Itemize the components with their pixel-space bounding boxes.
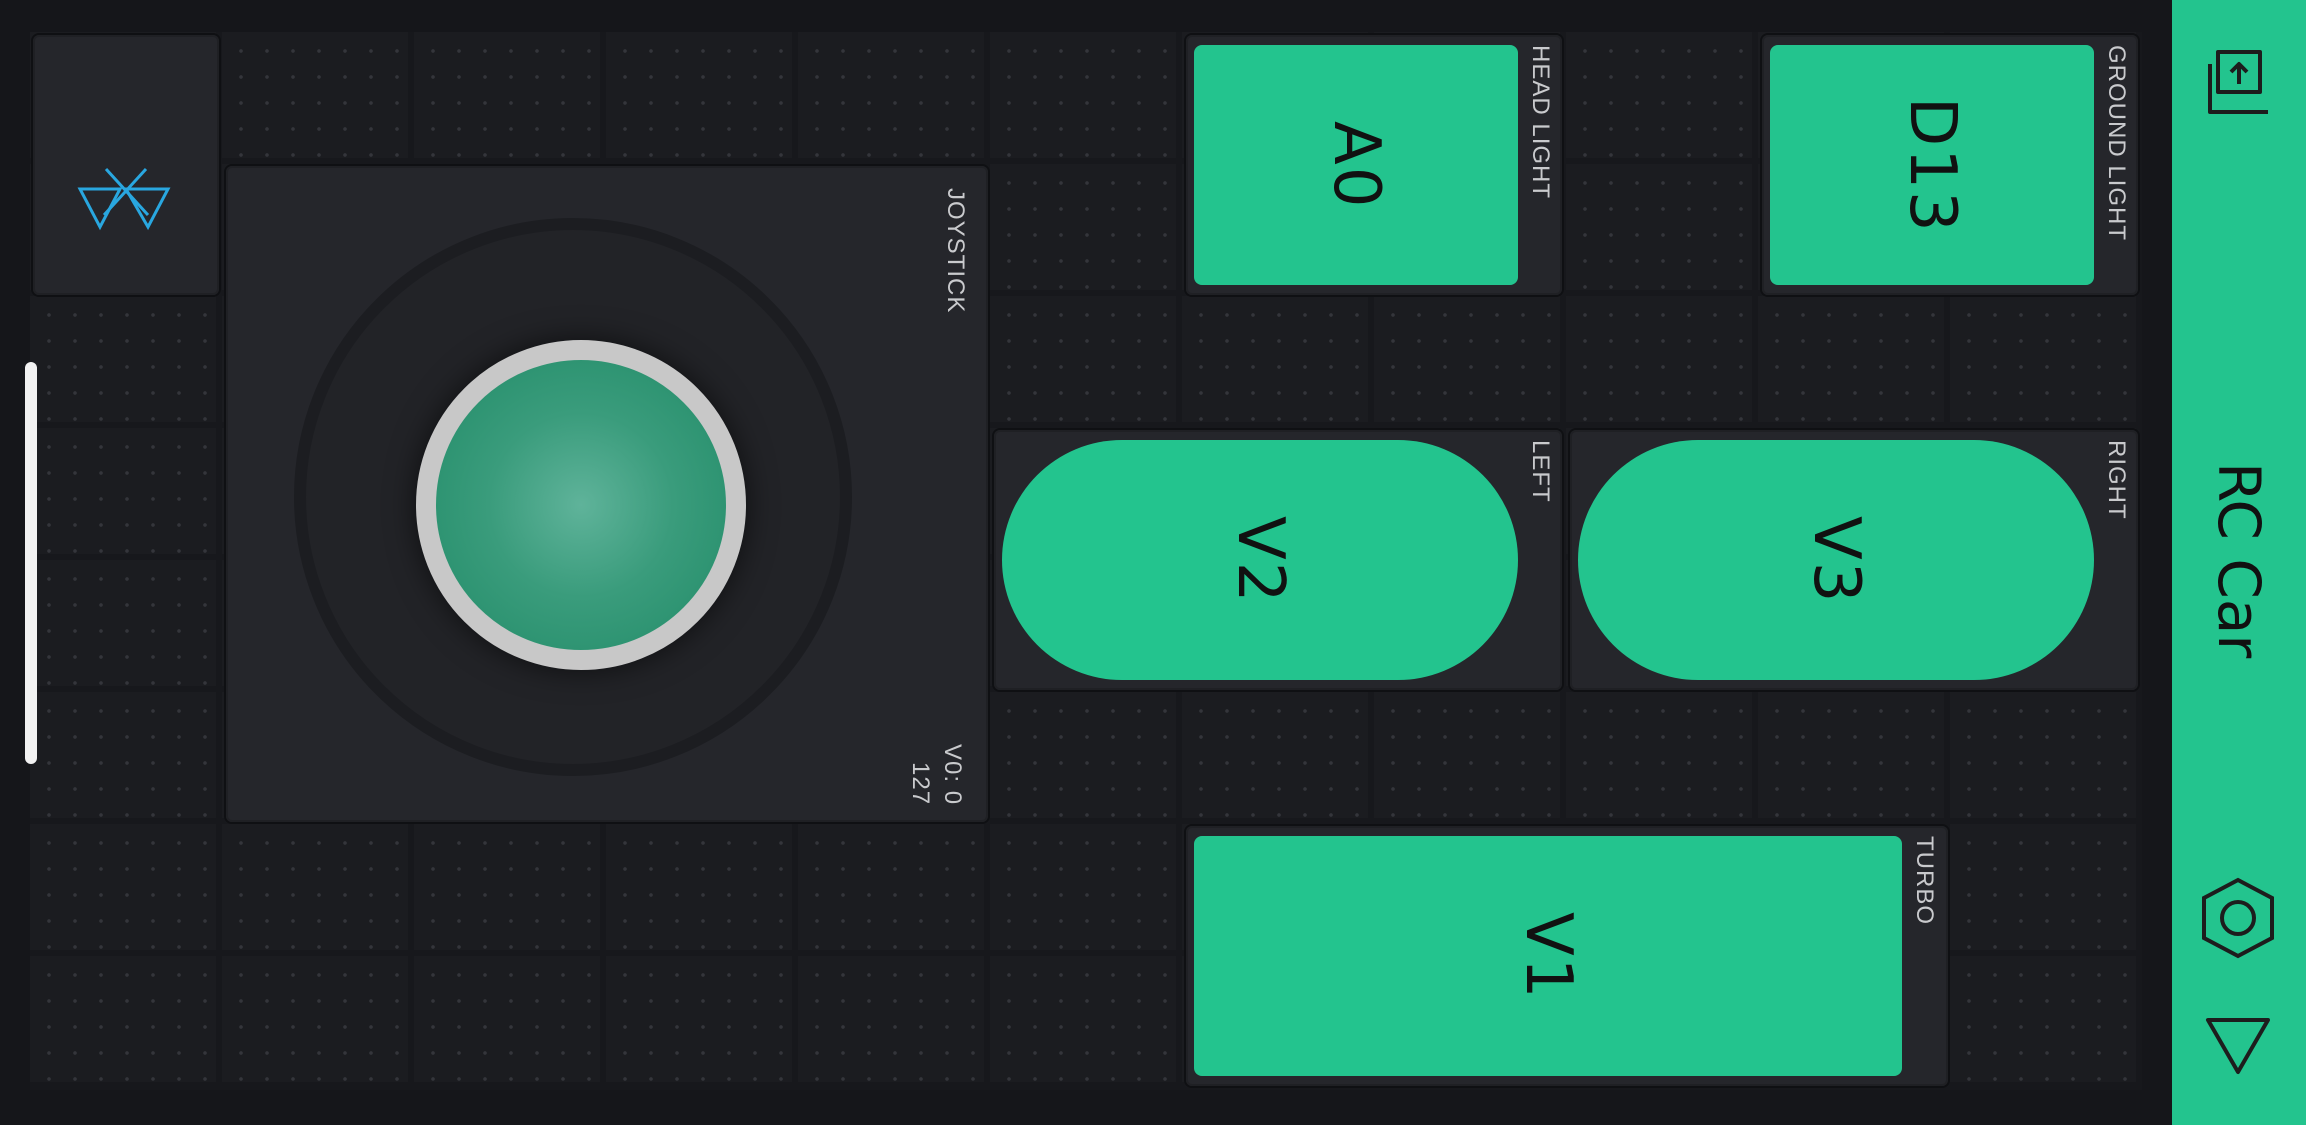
grid-cell	[990, 164, 1176, 290]
grid-cell	[222, 824, 408, 950]
grid-cell	[30, 956, 216, 1082]
grid-cell	[414, 824, 600, 950]
grid-cell	[990, 824, 1176, 950]
settings-hexagon-icon[interactable]	[2200, 876, 2276, 960]
grid-cell	[1374, 692, 1560, 818]
app-title: RC Car	[2205, 461, 2273, 659]
grid-cell	[798, 956, 984, 1082]
ground-light-pin: D13	[1895, 96, 1969, 234]
grid-cell	[222, 956, 408, 1082]
grid-cell	[1566, 32, 1752, 158]
joystick-value: 127	[907, 762, 934, 806]
grid-cell	[30, 692, 216, 818]
grid-cell	[30, 824, 216, 950]
turbo-pin: V1	[1511, 911, 1585, 1001]
grid-cell	[222, 32, 408, 158]
grid-cell	[1182, 296, 1368, 422]
play-triangle-icon[interactable]	[2204, 1014, 2272, 1078]
joystick-knob[interactable]	[416, 340, 746, 670]
left-widget: V2 LEFT	[994, 430, 1562, 690]
grid-cell	[990, 956, 1176, 1082]
grid-cell	[990, 296, 1176, 422]
grid-cell	[1758, 296, 1944, 422]
grid-cell	[798, 32, 984, 158]
ground-light-label: GROUND LIGHT	[2103, 45, 2130, 242]
grid-cell	[1950, 296, 2136, 422]
right-button[interactable]: V3	[1578, 440, 2094, 680]
grid-cell	[1758, 692, 1944, 818]
head-light-label: HEAD LIGHT	[1527, 45, 1554, 200]
grid-cell	[30, 296, 216, 422]
ground-light-button[interactable]: D13	[1770, 45, 2094, 285]
bluetooth-icon	[77, 167, 171, 231]
upload-icon[interactable]	[2204, 38, 2274, 118]
sidebar: RC Car	[2172, 0, 2306, 1125]
left-label: LEFT	[1527, 440, 1554, 503]
turbo-label: TURBO	[1911, 836, 1938, 925]
right-pin: V3	[1799, 515, 1873, 605]
grid-cell	[606, 956, 792, 1082]
grid-cell	[606, 824, 792, 950]
scrollbar[interactable]	[25, 362, 37, 764]
grid-cell	[1566, 296, 1752, 422]
grid-cell	[798, 824, 984, 950]
grid-cell	[30, 428, 216, 554]
joystick-widget[interactable]: JOYSTICK V0: 0 127	[226, 166, 988, 822]
ground-light-widget: D13 GROUND LIGHT	[1762, 35, 2138, 295]
grid-cell	[990, 692, 1176, 818]
head-light-widget: A0 HEAD LIGHT	[1186, 35, 1562, 295]
grid-cell	[1374, 296, 1560, 422]
grid-cell	[1566, 692, 1752, 818]
grid-cell	[414, 956, 600, 1082]
grid-cell	[1566, 164, 1752, 290]
grid-cell	[606, 32, 792, 158]
grid-cell	[990, 32, 1176, 158]
grid-cell	[1182, 692, 1368, 818]
right-widget: V3 RIGHT	[1570, 430, 2138, 690]
turbo-widget: V1 TURBO	[1186, 826, 1948, 1086]
joystick-pin-label: V0: 0	[939, 744, 966, 806]
bluetooth-widget[interactable]	[33, 35, 219, 295]
grid-cell	[1950, 956, 2136, 1082]
left-button[interactable]: V2	[1002, 440, 1518, 680]
right-label: RIGHT	[2103, 440, 2130, 520]
left-pin: V2	[1223, 515, 1297, 605]
grid-cell	[30, 560, 216, 686]
grid-cell	[1950, 692, 2136, 818]
joystick-label: JOYSTICK	[942, 188, 969, 314]
head-light-pin: A0	[1319, 120, 1393, 210]
turbo-button[interactable]: V1	[1194, 836, 1902, 1076]
head-light-button[interactable]: A0	[1194, 45, 1518, 285]
grid-cell	[1950, 824, 2136, 950]
grid-cell	[414, 32, 600, 158]
